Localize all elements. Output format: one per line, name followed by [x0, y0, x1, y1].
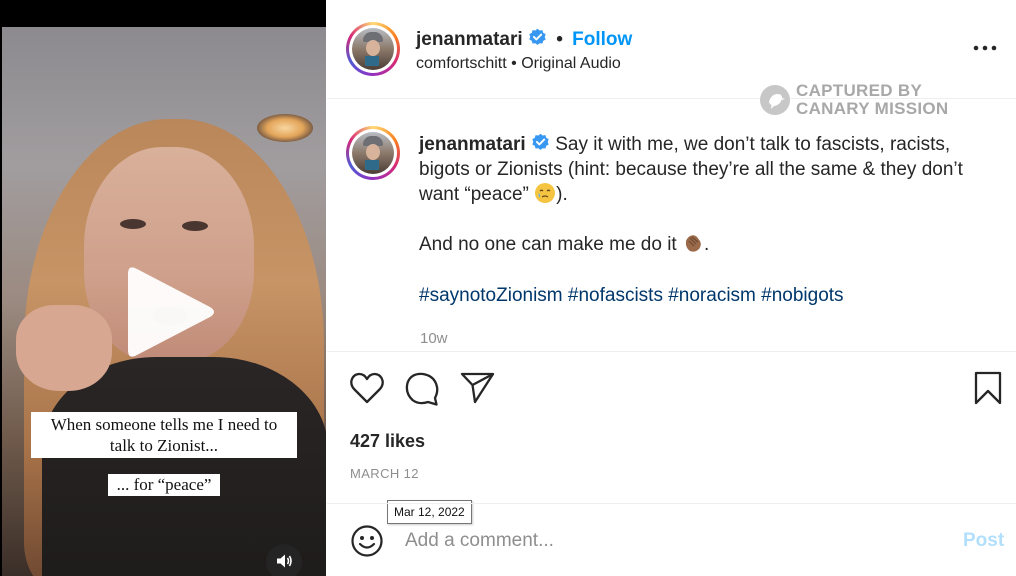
comment-divider	[327, 503, 1016, 504]
video-overlay-caption-small: ... for “peace”	[108, 474, 220, 496]
person-hand	[16, 305, 112, 391]
caption-paragraph-2: And no one can make me do it .	[419, 232, 999, 257]
canary-mission-watermark: CAPTURED BY CANARY MISSION	[760, 82, 960, 122]
speaker-icon	[277, 554, 292, 568]
face-holding-back-tears-emoji-icon	[535, 183, 556, 203]
sound-toggle-button[interactable]	[266, 544, 302, 576]
audio-author[interactable]: comfortschitt	[416, 55, 507, 72]
video-player[interactable]: When someone tells me I need to talk to …	[0, 0, 326, 576]
play-icon[interactable]	[120, 262, 220, 362]
watermark-text: CAPTURED BY CANARY MISSION	[796, 82, 949, 118]
like-count[interactable]: 427 likes	[350, 431, 425, 452]
caption-avatar[interactable]	[346, 126, 400, 180]
comment-input[interactable]	[405, 528, 925, 554]
video-overlay-caption: When someone tells me I need to talk to …	[31, 412, 297, 458]
post-comment-button[interactable]: Post	[963, 530, 1004, 552]
heart-icon[interactable]	[349, 371, 385, 405]
person-eye-right	[182, 221, 208, 231]
caption-text-2-end: .	[704, 234, 710, 255]
clapping-hands-emoji-icon	[685, 235, 701, 252]
audio-line: comfortschitt • Original Audio	[416, 55, 621, 73]
share-icon[interactable]	[460, 371, 496, 405]
post-time-ago[interactable]: 10w	[420, 330, 448, 347]
post-date[interactable]: MARCH 12	[350, 466, 419, 481]
video-overlay-caption-line1: When someone tells me I need to	[50, 415, 278, 434]
verified-badge-icon	[529, 28, 546, 45]
follow-button[interactable]: Follow	[572, 29, 632, 50]
emoji-icon[interactable]	[350, 524, 384, 558]
caption-username[interactable]: jenanmatari	[419, 134, 526, 155]
caption-text-1-end: ).	[556, 184, 568, 205]
ceiling-light	[257, 114, 313, 142]
comment-icon[interactable]	[404, 371, 440, 407]
audio-title[interactable]: Original Audio	[521, 55, 621, 72]
header-avatar[interactable]	[346, 22, 400, 76]
post-caption: jenanmatari Say it with me, we don’t tal…	[419, 132, 999, 308]
caption-hashtags[interactable]: #saynotoZionism #nofascists #noracism #n…	[419, 283, 999, 308]
more-options-icon[interactable]	[972, 40, 998, 56]
verified-badge-icon	[532, 133, 549, 150]
canary-bird-icon	[760, 85, 790, 115]
caption-paragraph-1: jenanmatari Say it with me, we don’t tal…	[419, 132, 999, 207]
video-overlay-caption-line2: talk to Zionist...	[109, 436, 219, 455]
person-eye-left	[120, 219, 146, 229]
audio-separator: •	[511, 55, 517, 72]
watermark-line1: CAPTURED BY	[796, 81, 923, 100]
caption-divider	[327, 351, 1016, 352]
header-username[interactable]: jenanmatari	[416, 29, 523, 50]
bookmark-icon[interactable]	[973, 371, 1003, 405]
header-separator: •	[556, 29, 563, 50]
caption-text-2: And no one can make me do it	[419, 234, 682, 255]
watermark-line2: CANARY MISSION	[796, 99, 949, 118]
header-user-line: jenanmatari • Follow	[416, 28, 632, 51]
